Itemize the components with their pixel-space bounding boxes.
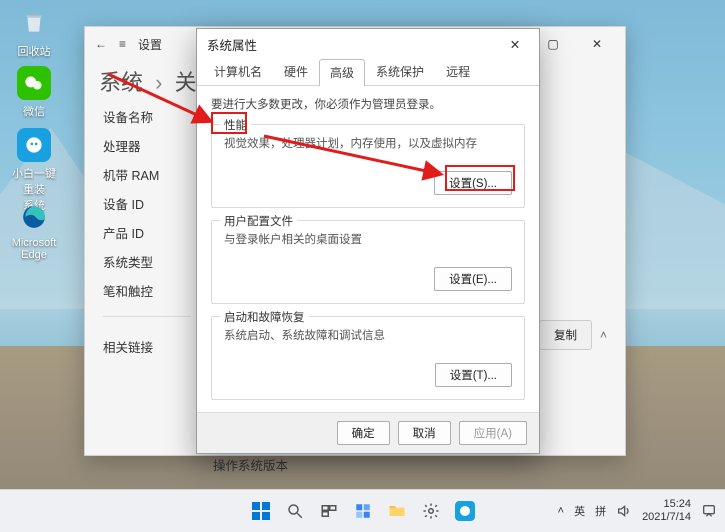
volume-icon[interactable] [616,503,632,519]
recycle-bin-icon [17,6,51,40]
tab-advanced[interactable]: 高级 [319,59,365,86]
search-icon[interactable] [281,497,309,525]
task-view-icon[interactable] [315,497,343,525]
tab-system-protection[interactable]: 系统保护 [365,58,435,85]
taskbar-clock[interactable]: 15:24 2021/7/14 [642,498,691,523]
xiaobai-taskbar-icon[interactable] [451,497,479,525]
user-profiles-group-desc: 与登录帐户相关的桌面设置 [224,231,512,247]
start-button[interactable] [247,497,275,525]
menu-button[interactable]: ≡ [119,37,126,51]
list-item: 设备 ID [103,194,191,213]
tray-chevron-icon[interactable]: ˄ [558,505,564,517]
cancel-button[interactable]: 取消 [398,421,451,445]
button-label: 确定 [352,425,375,441]
button-label: 应用(A) [474,425,512,441]
desktop-icon-wechat[interactable]: 微信 [8,66,60,119]
tab-remote[interactable]: 远程 [435,58,481,85]
startup-recovery-group-title: 启动和故障恢复 [220,309,309,325]
list-item: 产品 ID [103,223,191,242]
breadcrumb-item: 关 [175,70,197,95]
startup-recovery-settings-button[interactable]: 设置(T)... [435,363,512,387]
ok-button[interactable]: 确定 [337,421,390,445]
startup-recovery-group-desc: 系统启动、系统故障和调试信息 [224,327,512,343]
divider [103,316,191,317]
user-profiles-group-title: 用户配置文件 [220,213,297,229]
admin-required-hint: 要进行大多数更改，你必须作为管理员登录。 [211,96,525,112]
button-label: 设置(T)... [450,367,497,383]
list-item: 设备名称 [103,107,191,126]
desktop-icon-label: Microsoft Edge [8,237,60,261]
clock-time: 15:24 [642,498,691,511]
wechat-icon [17,66,51,100]
close-button[interactable]: ✕ [495,31,535,57]
list-item: 笔和触控 [103,281,191,300]
system-properties-dialog: 系统属性 ✕ 计算机名 硬件 高级 系统保护 远程 要进行大多数更改，你必须作为… [196,28,540,454]
list-item: 操作系统版本 [213,455,607,474]
tab-computer-name[interactable]: 计算机名 [203,58,273,85]
breadcrumb-item[interactable]: 系统 [99,70,143,95]
tab-hardware[interactable]: 硬件 [273,58,319,85]
performance-group-title: 性能 [220,117,251,133]
ime-mode-indicator[interactable]: 拼 [595,503,606,519]
ime-indicator[interactable]: 英 [574,503,585,519]
taskbar-tray: ˄ 英 拼 15:24 2021/7/14 [558,498,717,523]
button-label: 设置(S)... [449,175,497,191]
taskbar[interactable]: ˄ 英 拼 15:24 2021/7/14 [0,489,725,532]
button-label: 取消 [413,425,436,441]
dialog-title: 系统属性 [207,35,257,54]
dialog-titlebar[interactable]: 系统属性 ✕ [197,29,539,59]
back-button[interactable]: ← [95,37,107,51]
settings-icon[interactable] [417,497,445,525]
taskbar-center [247,497,479,525]
settings-title: 设置 [138,36,162,53]
list-item: 处理器 [103,136,191,155]
xiaobai-icon [17,128,51,162]
close-button[interactable]: ✕ [575,29,619,59]
edge-icon [17,200,51,234]
file-explorer-icon[interactable] [383,497,411,525]
chevron-right-icon: › [155,70,162,95]
desktop-icon-recycle-bin[interactable]: 回收站 [8,6,60,59]
notifications-icon[interactable] [701,503,717,519]
settings-nav: ← ≡ 设置 [95,36,162,53]
apply-button[interactable]: 应用(A) [459,421,527,445]
tab-strip: 计算机名 硬件 高级 系统保护 远程 [197,59,539,86]
copy-button[interactable]: 复制 [539,320,592,350]
performance-settings-button[interactable]: 设置(S)... [434,171,512,195]
user-profiles-settings-button[interactable]: 设置(E)... [434,267,512,291]
list-item: 系统类型 [103,252,191,271]
desktop-icon-edge[interactable]: Microsoft Edge [8,200,60,261]
copy-button-label: 复制 [554,327,577,343]
related-links-label: 相关链接 [103,337,191,356]
dialog-footer: 确定 取消 应用(A) [197,412,539,453]
device-spec-list: 设备名称 处理器 机带 RAM 设备 ID 产品 ID 系统类型 笔和触控 相关… [103,107,191,474]
performance-group: 性能 视觉效果，处理器计划，内存使用，以及虚拟内存 设置(S)... [211,124,525,208]
list-item: 机带 RAM [103,165,191,184]
button-label: 设置(E)... [449,271,497,287]
widgets-icon[interactable] [349,497,377,525]
startup-recovery-group: 启动和故障恢复 系统启动、系统故障和调试信息 设置(T)... [211,316,525,400]
user-profiles-group: 用户配置文件 与登录帐户相关的桌面设置 设置(E)... [211,220,525,304]
performance-group-desc: 视觉效果，处理器计划，内存使用，以及虚拟内存 [224,135,512,151]
clock-date: 2021/7/14 [642,511,691,524]
chevron-up-icon[interactable]: ˄ [600,328,607,342]
desktop-icon-label: 回收站 [8,43,60,59]
desktop-icon-label: 微信 [8,103,60,119]
